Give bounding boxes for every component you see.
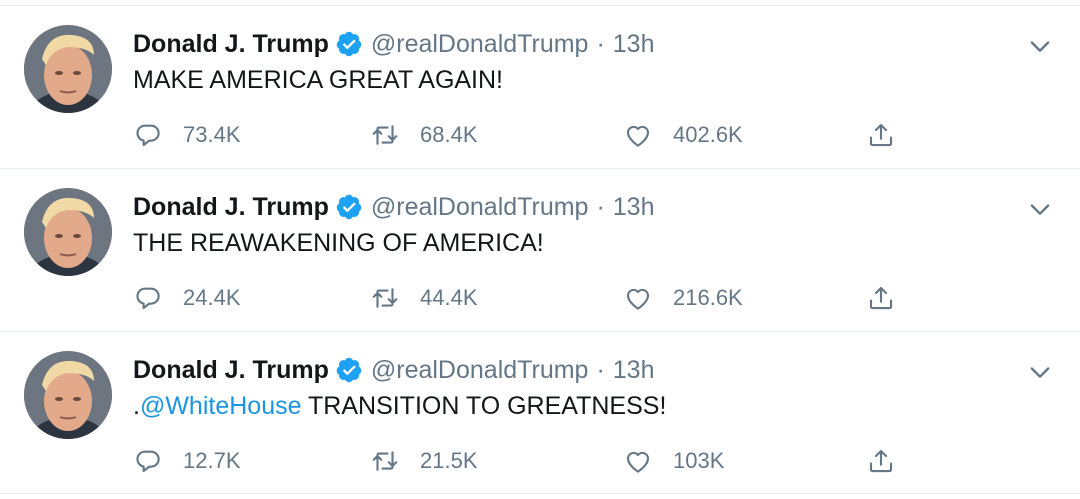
display-name[interactable]: Donald J. Trump	[133, 193, 329, 222]
tweet[interactable]: Donald J. Trump @realDonaldTrump · 13h .…	[0, 331, 1080, 494]
reply-icon	[136, 450, 160, 473]
heart-icon	[626, 288, 650, 310]
retweet-icon	[372, 288, 398, 308]
separator-dot: ·	[596, 355, 605, 384]
chevron-down-icon[interactable]	[1026, 32, 1054, 60]
retweet-button[interactable]: 68.4K	[370, 118, 478, 152]
user-handle[interactable]: @realDonaldTrump	[371, 356, 589, 385]
avatar[interactable]	[24, 25, 112, 113]
share-icon	[869, 123, 893, 147]
heart-icon	[626, 125, 650, 147]
tweet-header: Donald J. Trump @realDonaldTrump · 13h	[133, 190, 655, 224]
timestamp[interactable]: 13h	[613, 356, 655, 385]
verified-badge-icon	[335, 193, 363, 221]
tweet-header: Donald J. Trump @realDonaldTrump · 13h	[133, 27, 655, 61]
tweet-actions: 73.4K 68.4K 402.6K	[133, 118, 933, 152]
tweet[interactable]: Donald J. Trump @realDonaldTrump · 13h M…	[0, 5, 1080, 168]
retweet-count: 21.5K	[420, 448, 478, 473]
separator-dot: ·	[596, 29, 605, 58]
tweet-text-body: THE REAWAKENING OF AMERICA!	[133, 229, 544, 257]
tweet-feed: Donald J. Trump @realDonaldTrump · 13h M…	[0, 0, 1080, 499]
avatar[interactable]	[24, 351, 112, 439]
chevron-down-icon[interactable]	[1026, 358, 1054, 386]
reply-button[interactable]: 24.4K	[133, 281, 241, 315]
like-count: 402.6K	[673, 122, 743, 147]
reply-button[interactable]: 12.7K	[133, 444, 241, 478]
retweet-count: 44.4K	[420, 285, 478, 310]
verified-badge-icon	[335, 30, 363, 58]
retweet-icon	[372, 451, 398, 471]
reply-count: 73.4K	[183, 122, 241, 147]
share-icon	[869, 286, 893, 310]
like-count: 216.6K	[673, 285, 743, 310]
tweet-text: MAKE AMERICA GREAT AGAIN!	[133, 66, 503, 95]
avatar[interactable]	[24, 188, 112, 276]
timestamp[interactable]: 13h	[613, 30, 655, 59]
tweet-text-prefix: .	[133, 392, 140, 420]
share-button[interactable]	[866, 281, 896, 315]
tweet-text: .@WhiteHouse TRANSITION TO GREATNESS!	[133, 392, 666, 421]
share-button[interactable]	[866, 118, 896, 152]
share-icon	[869, 449, 893, 473]
tweet-header: Donald J. Trump @realDonaldTrump · 13h	[133, 353, 655, 387]
reply-icon	[136, 287, 160, 310]
retweet-button[interactable]: 44.4K	[370, 281, 478, 315]
user-handle[interactable]: @realDonaldTrump	[371, 193, 589, 222]
retweet-icon	[372, 125, 398, 145]
tweet-text-body: TRANSITION TO GREATNESS!	[301, 392, 667, 420]
like-count: 103K	[673, 448, 725, 473]
separator-dot: ·	[596, 192, 605, 221]
chevron-down-icon[interactable]	[1026, 195, 1054, 223]
tweet[interactable]: Donald J. Trump @realDonaldTrump · 13h T…	[0, 168, 1080, 331]
heart-icon	[626, 451, 650, 473]
display-name[interactable]: Donald J. Trump	[133, 30, 329, 59]
tweet-text: THE REAWAKENING OF AMERICA!	[133, 229, 544, 258]
retweet-count: 68.4K	[420, 122, 478, 147]
reply-button[interactable]: 73.4K	[133, 118, 241, 152]
reply-count: 12.7K	[183, 448, 241, 473]
tweet-actions: 24.4K 44.4K 216.6K	[133, 281, 933, 315]
retweet-button[interactable]: 21.5K	[370, 444, 478, 478]
timestamp[interactable]: 13h	[613, 193, 655, 222]
tweet-text-body: MAKE AMERICA GREAT AGAIN!	[133, 66, 504, 94]
mention-link[interactable]: @WhiteHouse	[140, 392, 302, 420]
reply-icon	[136, 124, 160, 147]
share-button[interactable]	[866, 444, 896, 478]
like-button[interactable]: 216.6K	[623, 281, 743, 315]
reply-count: 24.4K	[183, 285, 241, 310]
like-button[interactable]: 103K	[623, 444, 724, 478]
like-button[interactable]: 402.6K	[623, 118, 743, 152]
user-handle[interactable]: @realDonaldTrump	[371, 30, 589, 59]
verified-badge-icon	[335, 356, 363, 384]
tweet-actions: 12.7K 21.5K 103K	[133, 444, 933, 478]
display-name[interactable]: Donald J. Trump	[133, 356, 329, 385]
